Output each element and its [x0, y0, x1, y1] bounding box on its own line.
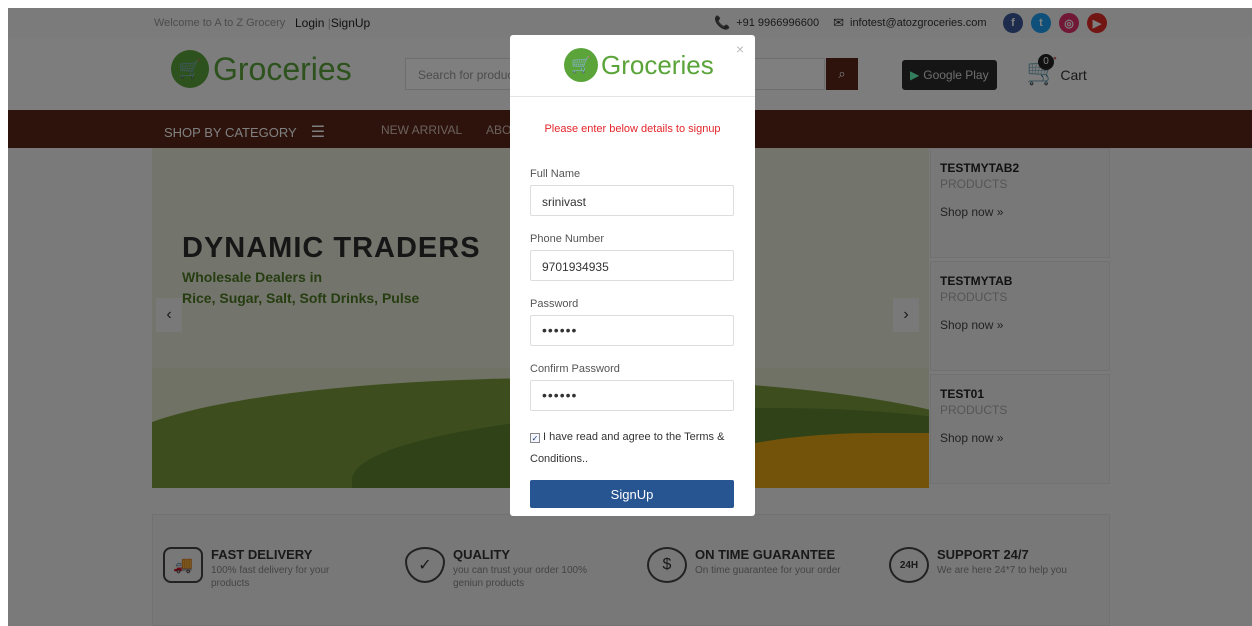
modal-logo-text: Groceries — [601, 49, 714, 80]
phone-input[interactable]: 9701934935 — [530, 250, 734, 281]
phone-label: Phone Number — [530, 233, 604, 245]
password-label: Password — [530, 298, 579, 310]
full-name-label: Full Name — [530, 168, 581, 180]
terms-text[interactable]: I have read and agree to the Terms & Con… — [530, 431, 724, 465]
full-name-input[interactable]: srinivast — [530, 185, 734, 216]
password-input[interactable]: •••••• — [530, 315, 734, 346]
confirm-password-input[interactable]: •••••• — [530, 380, 734, 411]
signup-modal: 🛒 Groceries × Please enter below details… — [510, 35, 755, 516]
logo-cart-icon: 🛒 — [564, 48, 598, 82]
signup-submit-button[interactable]: SignUp — [530, 480, 734, 508]
modal-logo: 🛒 Groceries — [564, 48, 714, 82]
modal-header: 🛒 Groceries × — [510, 35, 755, 97]
close-icon[interactable]: × — [736, 41, 744, 57]
signup-notice: Please enter below details to signup — [544, 123, 721, 135]
confirm-password-label: Confirm Password — [530, 363, 620, 375]
terms-agreement: ✓ I have read and agree to the Terms & Co… — [530, 426, 735, 470]
page: Welcome to A to Z Grocery Login |SignUp … — [8, 8, 1252, 626]
terms-checkbox[interactable]: ✓ — [530, 433, 540, 443]
